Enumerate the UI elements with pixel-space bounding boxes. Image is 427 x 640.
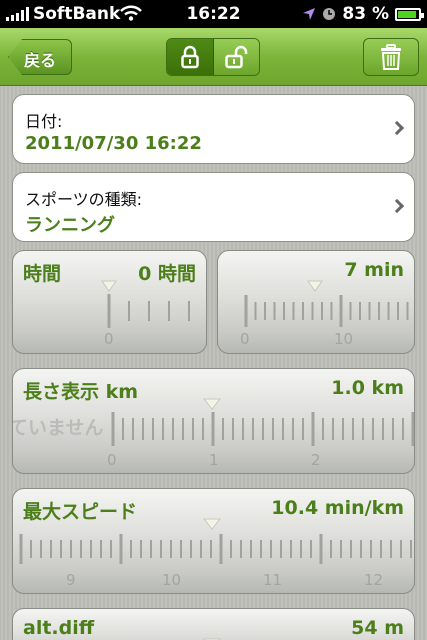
distance-slider[interactable]: 0 1 2 ていません 長さ表示 km 1.0 km [12,368,415,474]
scale-label: 0 [104,330,114,348]
battery-percent: 83 % [342,4,389,24]
scale-label: 10 [162,571,181,589]
sport-type-label: スポーツの種類: [25,190,143,209]
scale-label: 9 [66,571,76,589]
ghost-label: ていません [12,417,104,439]
distance-title: 長さ表示 km [23,381,139,403]
alt-diff-slider[interactable]: alt.diff 54 m [12,608,415,640]
date-label: 日付: [25,112,63,131]
scale-label: 1 [209,451,219,469]
clock-icon [323,8,336,20]
lock-button[interactable] [167,39,214,75]
sport-type-value: ランニング [25,215,115,236]
hours-value: 0 時間 [138,263,196,285]
alt-diff-value: 54 m [351,617,404,639]
lock-segmented-control[interactable] [166,38,260,76]
max-speed-title: 最大スピード [23,501,138,523]
back-button[interactable]: 戻る [8,39,72,75]
hours-title: 時間 [23,263,62,285]
trash-icon [381,44,401,70]
max-speed-value: 10.4 min/km [271,497,404,519]
scale-label: 0 [240,330,250,348]
minutes-slider[interactable]: 0 10 7 min [217,250,415,354]
lock-open-icon [225,45,248,69]
status-bar: SoftBank 16:22 83 % [0,0,427,28]
alt-diff-title: alt.diff [23,617,95,639]
lock-closed-icon [181,45,199,69]
battery-icon [395,7,424,21]
unlock-button[interactable] [213,39,259,75]
nav-bar: 戻る [0,28,427,86]
back-label: 戻る [24,51,57,70]
minutes-value: 7 min [344,259,404,281]
max-speed-slider[interactable]: 9 10 11 12 最大スピード 10.4 min/km [12,488,415,594]
date-value: 2011/07/30 16:22 [25,133,202,154]
scale-label: 10 [334,330,353,348]
trash-button[interactable] [363,38,419,76]
scale-label: 12 [364,571,383,589]
scale-label: 11 [263,571,282,589]
sport-type-row[interactable]: スポーツの種類: ランニング [12,172,415,242]
workout-detail: 日付: 2011/07/30 16:22 スポーツの種類: ランニング 0 時間… [0,86,427,640]
hours-slider[interactable]: 0 時間 0 時間 [12,250,207,354]
chevron-right-icon [389,198,405,214]
location-arrow-icon [303,8,316,20]
scale-label: 2 [311,451,321,469]
distance-value: 1.0 km [331,377,404,399]
chevron-right-icon [389,120,405,136]
scale-label: 0 [107,451,117,469]
date-row[interactable]: 日付: 2011/07/30 16:22 [12,94,415,164]
